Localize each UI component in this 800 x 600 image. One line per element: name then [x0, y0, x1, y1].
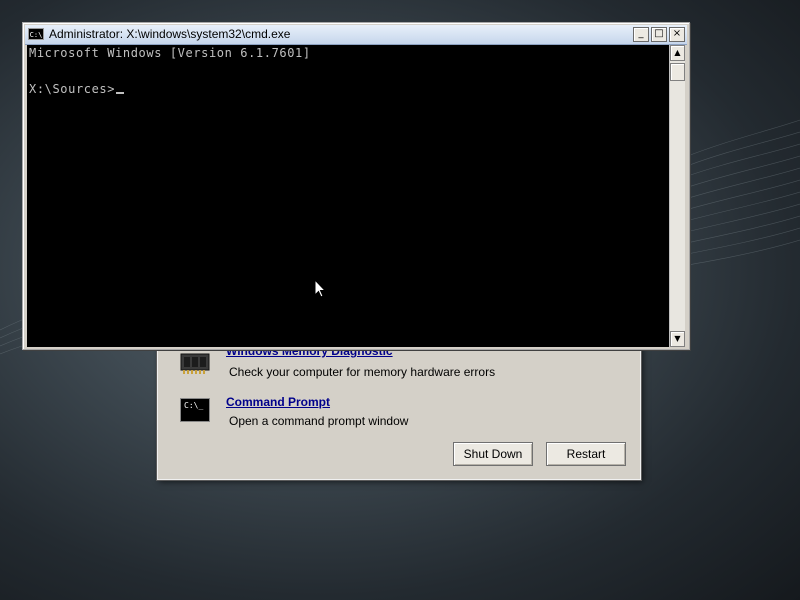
cmd-titlebar[interactable]: C:\ Administrator: X:\windows\system32\c…: [25, 25, 687, 45]
memory-diagnostic-description: Check your computer for memory hardware …: [229, 365, 496, 379]
text-cursor: [116, 92, 125, 94]
restart-button[interactable]: Restart: [546, 442, 626, 466]
window-title: Administrator: X:\windows\system32\cmd.e…: [49, 27, 291, 41]
console-prompt-line: X:\Sources>: [29, 82, 125, 96]
mouse-pointer-icon: [314, 279, 326, 298]
scroll-thumb[interactable]: [670, 63, 685, 81]
system-recovery-dialog: Windows Memory Diagnostic Check your com…: [157, 330, 641, 480]
minimize-button[interactable]: _: [633, 27, 649, 42]
command-prompt-description: Open a command prompt window: [229, 414, 409, 428]
shut-down-button[interactable]: Shut Down: [453, 442, 533, 466]
maximize-button[interactable]: □: [651, 27, 667, 42]
memory-chip-icon: [180, 353, 210, 374]
cmd-window: C:\ Administrator: X:\windows\system32\c…: [22, 22, 690, 350]
console-line-version: Microsoft Windows [Version 6.1.7601]: [29, 46, 311, 60]
vertical-scrollbar[interactable]: ▲ ▼: [669, 45, 685, 347]
command-prompt-link[interactable]: Command Prompt: [226, 395, 330, 409]
close-button[interactable]: ×: [669, 27, 685, 42]
command-prompt-icon: C:\_: [180, 398, 210, 422]
cmd-app-icon[interactable]: C:\: [28, 28, 44, 40]
scroll-down-button[interactable]: ▼: [670, 331, 685, 347]
console-prompt: X:\Sources>: [29, 82, 116, 96]
command-prompt-icon-label: C:\_: [184, 401, 204, 410]
console-area[interactable]: Microsoft Windows [Version 6.1.7601] X:\…: [27, 45, 669, 347]
scroll-up-button[interactable]: ▲: [670, 45, 685, 61]
